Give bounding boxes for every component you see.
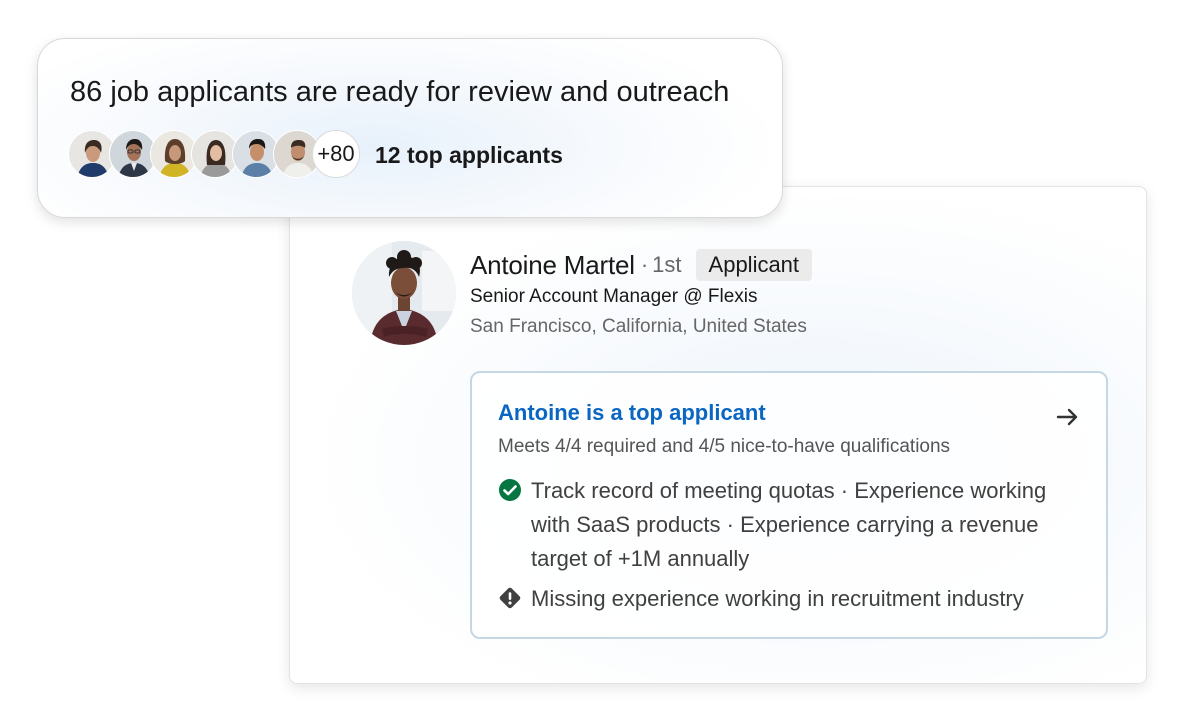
top-applicant-insight[interactable]: Antoine is a top applicant Meets 4/4 req… — [470, 371, 1108, 639]
applicant-name[interactable]: Antoine Martel — [470, 250, 635, 281]
qualification-missing-text: Missing experience working in recruitmen… — [531, 586, 1024, 611]
insight-subtitle: Meets 4/4 required and 4/5 nice-to-have … — [498, 436, 951, 457]
arrow-right-icon[interactable] — [1056, 405, 1080, 429]
connection-degree: 1st — [652, 252, 682, 277]
qualifications-met: Track record of meeting quotas · Experie… — [498, 474, 1088, 576]
name-row: Antoine Martel · 1st Applicant — [470, 248, 813, 282]
avatar[interactable] — [352, 241, 456, 345]
check-circle-icon — [499, 479, 521, 501]
summary-title: 86 job applicants are ready for review a… — [70, 76, 730, 108]
top-applicants-link[interactable]: 12 top applicants — [375, 142, 563, 169]
applicants-summary-card: 86 job applicants are ready for review a… — [37, 38, 783, 218]
name-separator: · — [640, 252, 649, 277]
applicant-location: San Francisco, California, United States — [470, 316, 807, 337]
qualifications-met-text: Track record of meeting quotas · Experie… — [531, 478, 1047, 571]
more-applicants-count[interactable]: +80 — [312, 130, 360, 178]
applicant-badge: Applicant — [695, 249, 813, 281]
applicant-headline: Senior Account Manager @ Flexis — [470, 286, 758, 307]
applicant-card: Antoine Martel · 1st Applicant Senior Ac… — [289, 186, 1147, 684]
qualification-missing: Missing experience working in recruitmen… — [498, 582, 1088, 616]
insight-title[interactable]: Antoine is a top applicant — [498, 400, 766, 426]
applicant-avatar-stack[interactable]: +80 — [68, 130, 360, 180]
warning-diamond-icon — [499, 587, 521, 609]
